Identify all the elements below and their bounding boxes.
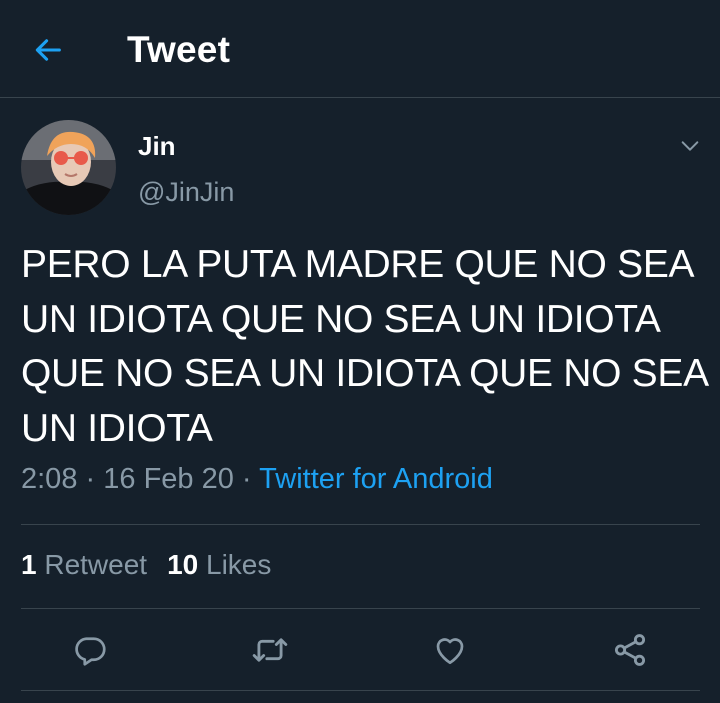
- tweet-detail-screen: Tweet Jin @JinJin PERO LA PUTA MADRE QUE…: [0, 0, 720, 703]
- tweet-meta: 2:08 · 16 Feb 20 · Twitter for Android: [21, 463, 493, 496]
- back-button[interactable]: [28, 30, 68, 70]
- share-button[interactable]: [610, 630, 650, 670]
- author-name[interactable]: Jin: [138, 131, 176, 162]
- heart-icon: [436, 638, 464, 665]
- retweets-stat[interactable]: 1 Retweet: [21, 549, 147, 580]
- likes-stat[interactable]: 10 Likes: [167, 549, 271, 580]
- likes-label: Likes: [206, 549, 272, 580]
- divider: [21, 524, 700, 525]
- retweet-count: 1: [21, 549, 37, 580]
- tweet-source-link[interactable]: Twitter for Android: [259, 463, 493, 495]
- chevron-down-icon: [681, 141, 699, 151]
- retweet-button[interactable]: [250, 630, 290, 670]
- meta-separator: ·: [85, 463, 96, 495]
- divider: [21, 690, 700, 691]
- like-button[interactable]: [430, 630, 470, 670]
- meta-separator: ·: [241, 463, 252, 495]
- share-icon: [614, 634, 646, 666]
- tweet-stats: 1 Retweet 10 Likes: [21, 549, 271, 581]
- arrow-left-icon: [35, 39, 61, 61]
- tweet-text: PERO LA PUTA MADRE QUE NO SEA UN IDIOTA …: [21, 243, 707, 450]
- avatar-photo: [21, 120, 116, 215]
- tweet-menu-button[interactable]: [676, 132, 704, 160]
- tweet-date: 16 Feb 20: [103, 463, 234, 495]
- author-handle[interactable]: @JinJin: [138, 177, 234, 208]
- top-bar: Tweet: [0, 0, 720, 98]
- avatar[interactable]: [21, 120, 116, 215]
- likes-count: 10: [167, 549, 199, 580]
- reply-button[interactable]: [70, 630, 110, 670]
- retweet-icon: [252, 638, 288, 662]
- page-title: Tweet: [127, 29, 231, 70]
- divider: [21, 608, 700, 609]
- retweet-label: Retweet: [44, 549, 148, 580]
- tweet-time: 2:08: [21, 463, 78, 495]
- reply-icon: [75, 637, 106, 666]
